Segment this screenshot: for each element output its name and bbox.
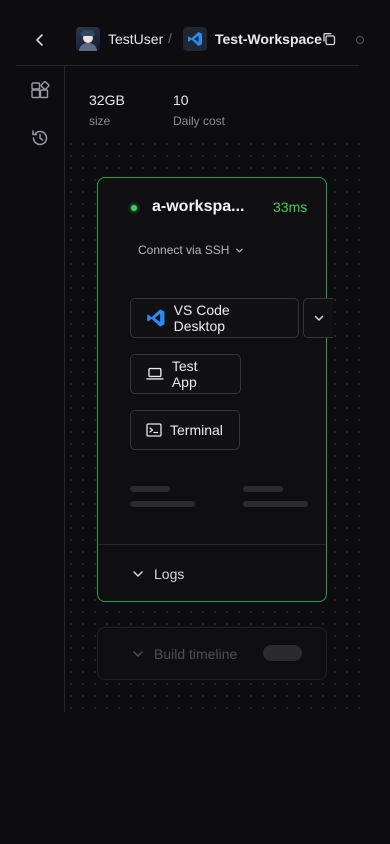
- terminal-label: Terminal: [170, 422, 223, 438]
- vscode-desktop-button[interactable]: VS Code Desktop: [130, 298, 299, 338]
- loading-skeleton: [243, 501, 308, 507]
- loading-skeleton: [130, 486, 170, 492]
- build-timeline-card: Build timeline: [97, 627, 327, 680]
- breadcrumb-workspace[interactable]: Test-Workspace: [183, 27, 322, 51]
- build-timeline-toggle[interactable]: Build timeline: [132, 646, 237, 662]
- chevron-down-icon: [314, 315, 323, 321]
- stat-label: size: [89, 114, 111, 128]
- agent-card: a-workspa... 33ms Connect via SSH VS Cod…: [97, 177, 333, 602]
- vscode-options-button[interactable]: [303, 298, 333, 338]
- vscode-icon: [147, 309, 165, 327]
- latency-badge: 33ms: [273, 199, 308, 215]
- stat-value: 10: [173, 92, 189, 108]
- breadcrumb-user-name: TestUser: [108, 31, 164, 47]
- test-app-label: Test App: [171, 358, 198, 390]
- test-app-button[interactable]: Test App: [130, 354, 241, 394]
- vscode-icon: [183, 27, 207, 51]
- loading-skeleton: [243, 486, 283, 492]
- stat-size: 32GB size: [89, 92, 125, 128]
- stat-value: 32GB: [89, 92, 125, 108]
- vscode-desktop-label: VS Code Desktop: [173, 302, 230, 334]
- status-indicator: [131, 205, 137, 211]
- agent-name: a-workspa...: [152, 198, 245, 215]
- history-icon[interactable]: [30, 128, 50, 148]
- stat-daily-cost: 10 Daily cost: [173, 92, 225, 128]
- back-button[interactable]: [30, 30, 50, 50]
- top-bar: TestUser / Test-Workspace: [0, 0, 390, 66]
- chevron-down-icon: [133, 571, 143, 577]
- connect-ssh-dropdown[interactable]: Connect via SSH: [138, 243, 244, 257]
- chevron-left-icon: [36, 34, 43, 46]
- logs-toggle[interactable]: Logs: [132, 566, 184, 582]
- widgets-icon[interactable]: [30, 81, 50, 101]
- breadcrumb-separator: /: [168, 30, 172, 46]
- laptop-icon: [146, 367, 164, 380]
- breadcrumb-user[interactable]: TestUser: [76, 27, 163, 51]
- logs-label: Logs: [154, 566, 185, 582]
- stat-label: Daily cost: [173, 114, 226, 128]
- divider: [16, 65, 359, 66]
- more-options-icon[interactable]: [356, 36, 364, 44]
- copy-icon[interactable]: [322, 32, 336, 46]
- build-timeline-label: Build timeline: [154, 646, 238, 662]
- terminal-button[interactable]: Terminal: [130, 410, 240, 450]
- avatar: [76, 27, 100, 51]
- loading-skeleton: [130, 501, 195, 507]
- breadcrumb-workspace-name: Test-Workspace: [215, 31, 322, 47]
- chevron-down-icon: [133, 651, 143, 657]
- loading-skeleton: [263, 645, 302, 661]
- connect-ssh-label: Connect via SSH: [138, 243, 230, 257]
- terminal-icon: [146, 423, 162, 437]
- chevron-down-icon: [236, 248, 244, 252]
- divider: [98, 544, 326, 545]
